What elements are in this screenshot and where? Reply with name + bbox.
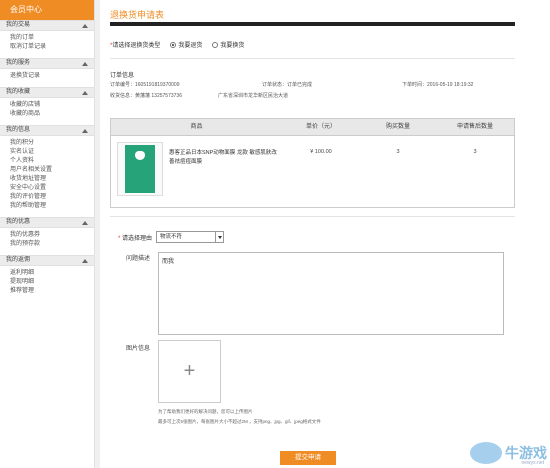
order-info-heading: 订单信息 [110,73,135,79]
sidebar-item[interactable]: 收藏的店铺 [10,101,94,110]
sidebar-item[interactable]: 个人资料 [10,157,94,166]
sidebar-item[interactable]: 安全中心设置 [10,184,94,193]
sidebar-section-rebate[interactable]: 我的返佣 [0,255,94,266]
collapse-icon [82,258,88,263]
upload-limits: 最多可上次5张图片，每张图片大小不超过2M ，支持png、jpg、gif、jpe… [158,419,321,424]
col-qty: 购买数量 [385,124,410,130]
page-title: 退换货申请表 [110,10,165,20]
sidebar-item[interactable]: 退换货记录 [10,72,94,81]
return-type-row: *请选择退换货类型 我要退货 我要换货 [110,40,244,49]
product-box-icon [125,145,155,193]
product-table: 商品 单价（元） 购买数量 申请售后数量 惠客正品日本SNP动物面膜 龙款 敏感… [110,118,515,208]
collapse-icon [82,90,88,95]
table-header: 商品 单价（元） 购买数量 申请售后数量 [111,119,514,136]
sidebar-item[interactable]: 我的积分 [10,139,94,148]
sidebar-section-trade[interactable]: 我的交易 [0,20,94,31]
sidebar-item[interactable]: 收藏的商品 [10,110,94,119]
radio-empty-icon[interactable] [212,41,219,48]
receiver-address: 广东省深圳市龙华新区民治大道 [218,93,289,99]
order-number: 订单编号：1605191819370009 [110,82,180,88]
product-image[interactable] [117,142,163,196]
sidebar-item[interactable]: 实名认证 [10,148,94,157]
sidebar-section-service[interactable]: 我的服务 [0,58,94,69]
col-price: 单价（元） [305,124,336,130]
receiver-info: 收货信息：黄藩藩 13257573736 [110,93,182,99]
upload-hint: 为了帮助我们更好的解决问题，您可以上传图片 [158,409,253,414]
sidebar-item[interactable]: 返利明细 [10,269,94,278]
watermark-url: newyx.net [521,460,544,466]
image-label: 图片信息 [126,346,151,352]
main-content: 退换货申请表 *请选择退换货类型 我要退货 我要换货 订单信息 订单编号：160… [100,0,550,468]
col-product: 商品 [190,124,203,130]
sidebar: 会员中心 我的交易 我的订单 取消订单记录 我的服务 退换货记录 我的收藏 收藏… [0,0,95,468]
sidebar-item[interactable]: 我的优惠券 [10,231,94,240]
sidebar-item[interactable]: 收货地址管理 [10,175,94,184]
watermark-logo-icon [470,442,502,464]
product-price: ¥ 100.00 [310,149,332,155]
reason-label: 请选择理由 [122,235,153,242]
desc-textarea[interactable]: 而我 [158,252,504,335]
collapse-icon [82,220,88,225]
return-type-label: 请选择退换货类型 [112,43,161,49]
collapse-icon [82,128,88,133]
sidebar-section-info[interactable]: 我的信息 [0,125,94,136]
col-apply-qty: 申请售后数量 [456,124,493,130]
submit-button[interactable]: 提交申请 [280,451,336,465]
table-row: 惠客正品日本SNP动物面膜 龙款 敏感肌肤改善祛痘痘面膜 ¥ 100.00 3 … [111,136,514,207]
sidebar-item[interactable]: 我的评价管理 [10,193,94,202]
sidebar-item[interactable]: 取消订单记录 [10,43,94,52]
sidebar-section-coupons[interactable]: 我的优惠 [0,217,94,228]
chevron-down-icon [215,232,223,242]
sidebar-section-favorites[interactable]: 我的收藏 [0,87,94,98]
sidebar-item[interactable]: 用户名相关设置 [10,166,94,175]
sidebar-item[interactable]: 提现明细 [10,278,94,287]
order-time: 下单时间：2016-05-19 18:19:32 [402,82,474,88]
order-status: 订单状态：订单已完成 [262,82,313,88]
product-apply-qty: 3 [473,149,477,155]
radio-return[interactable]: 我要退货 [170,40,202,49]
sidebar-item[interactable]: 我的预存款 [10,240,94,249]
sidebar-title: 会员中心 [0,0,94,20]
sidebar-item[interactable]: 我的帮助管理 [10,202,94,211]
desc-label: 问题描述 [126,256,151,262]
product-cell: 惠客正品日本SNP动物面膜 龙款 敏感肌肤改善祛痘痘面膜 [111,136,282,207]
product-qty: 3 [396,149,400,155]
divider [110,216,515,217]
reason-select[interactable]: 物流不符 [156,231,225,243]
product-name[interactable]: 惠客正品日本SNP动物面膜 龙款 敏感肌肤改善祛痘痘面膜 [169,142,279,207]
collapse-icon [82,61,88,66]
collapse-icon [82,23,88,28]
sidebar-item[interactable]: 我的订单 [10,34,94,43]
radio-exchange[interactable]: 我要换货 [212,40,244,49]
divider [110,58,515,59]
title-divider [110,22,515,26]
radio-selected-icon[interactable] [170,41,177,48]
reason-row: * 请选择理由 物流不符 [118,231,225,243]
upload-image-button[interactable]: + [158,340,221,403]
sidebar-item[interactable]: 推荐管理 [10,287,94,296]
plus-icon: + [183,360,196,382]
